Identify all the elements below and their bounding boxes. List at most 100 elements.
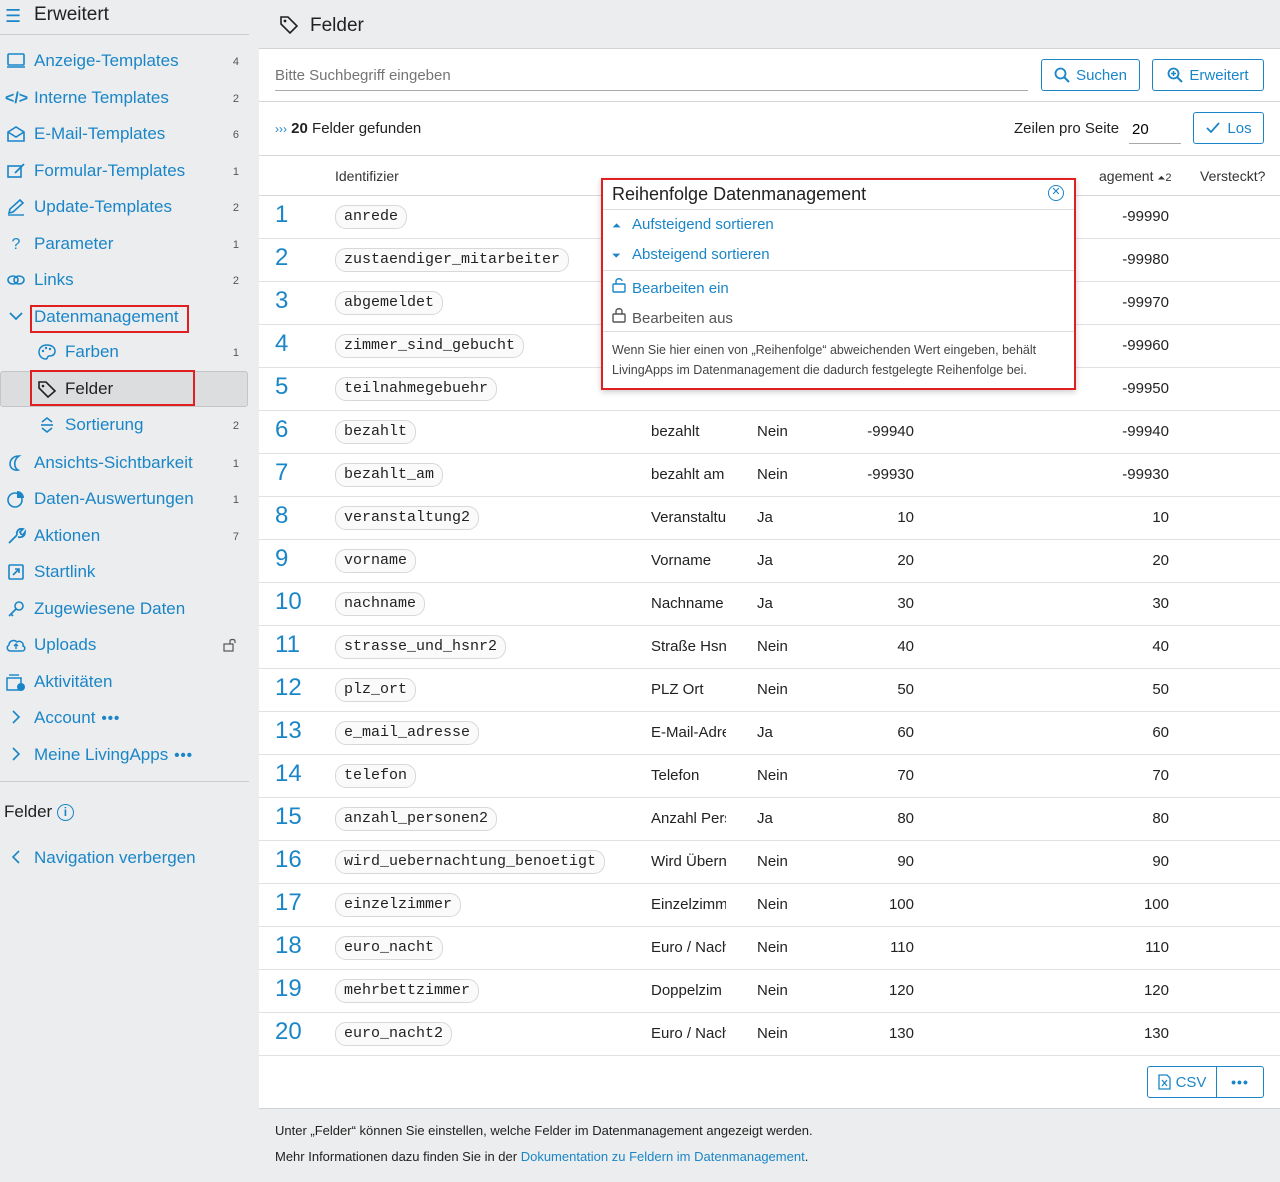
sidebar-item-links[interactable]: Links 2	[0, 266, 249, 296]
field-in-list: Ja	[757, 552, 773, 569]
highlight-felder	[30, 370, 195, 406]
table-row[interactable]: 14 telefon Telefon Nein 70 70	[259, 755, 1280, 798]
sidebar-item-meine-livingapps[interactable]: Meine LivingApps •••	[0, 741, 249, 771]
row-number[interactable]: 8	[275, 502, 288, 530]
row-number[interactable]: 9	[275, 545, 288, 573]
table-row[interactable]: 12 plz_ort PLZ Ort Nein 50 50	[259, 669, 1280, 712]
chevron-left-icon	[5, 849, 27, 869]
table-row[interactable]: 15 anzahl_personen2 Anzahl Pers Ja 80 80	[259, 798, 1280, 841]
sidebar-item-farben[interactable]: Farben 1	[0, 338, 249, 368]
row-number[interactable]: 16	[275, 846, 302, 874]
row-number[interactable]: 4	[275, 330, 288, 358]
sidebar-item-ansichts-sichtbarkeit[interactable]: Ansichts-Sichtbarkeit 1	[0, 449, 249, 479]
table-row[interactable]: 7 bezahlt_am bezahlt am Nein -99930 -99930	[259, 454, 1280, 497]
field-identifier: bezahlt_am	[335, 463, 444, 487]
table-row[interactable]: 11 strasse_und_hsnr2 Straße Hsn Nein 40 40	[259, 626, 1280, 669]
table-row[interactable]: 19 mehrbettzimmer Doppelzim Nein 120 120	[259, 970, 1280, 1013]
field-order: 20	[897, 552, 914, 569]
field-order-datamanagement: -99980	[1122, 251, 1169, 268]
sort-ascending-option[interactable]: ⏶ Aufsteigend sortieren	[612, 216, 774, 233]
page-footer: Unter „Felder“ können Sie einstellen, we…	[259, 1108, 1280, 1182]
sidebar-item-label: Uploads	[34, 635, 97, 654]
csv-export-button[interactable]: CSV	[1148, 1067, 1217, 1097]
row-number[interactable]: 3	[275, 287, 288, 315]
search-input[interactable]	[275, 61, 1028, 91]
field-identifier: teilnahmegebuehr	[335, 377, 498, 401]
row-number[interactable]: 14	[275, 760, 302, 788]
row-number[interactable]: 10	[275, 588, 302, 616]
sidebar-item-daten-auswertungen[interactable]: Daten-Auswertungen 1	[0, 485, 249, 515]
table-row[interactable]: 16 wird_uebernachtung_benoetigt Wird Übern…	[259, 841, 1280, 884]
advanced-search-button[interactable]: Erweitert	[1152, 59, 1264, 91]
field-name: Einzelzimm	[651, 896, 726, 913]
more-export-options-button[interactable]: •••	[1217, 1067, 1263, 1097]
table-row[interactable]: 20 euro_nacht2 Euro / Nach Nein 130 130	[259, 1013, 1280, 1056]
sidebar-item-sortierung[interactable]: Sortierung 2	[0, 411, 249, 441]
field-name: bezahlt	[651, 423, 700, 440]
field-order: 110	[890, 939, 914, 956]
go-button[interactable]: Los	[1193, 112, 1264, 144]
info-icon[interactable]: i	[56, 804, 74, 821]
row-number[interactable]: 18	[275, 932, 302, 960]
sidebar-item-interne-templates[interactable]: </> Interne Templates 2	[0, 84, 249, 114]
row-number[interactable]: 7	[275, 459, 288, 487]
row-number[interactable]: 20	[275, 1018, 302, 1046]
search-button[interactable]: Suchen	[1041, 59, 1140, 91]
row-number[interactable]: 1	[275, 201, 288, 229]
row-number[interactable]: 5	[275, 373, 288, 401]
close-icon[interactable]: ✕	[1048, 185, 1064, 201]
sidebar-item-zugewiesene-daten[interactable]: Zugewiesene Daten	[0, 595, 249, 625]
field-name: PLZ Ort	[651, 681, 704, 698]
sidebar-item-startlink[interactable]: Startlink	[0, 558, 249, 588]
chevron-right-icon	[5, 746, 27, 766]
edit-on-option[interactable]: Bearbeiten ein	[612, 277, 729, 297]
sidebar-item-aktivitaeten[interactable]: Aktivitäten	[0, 668, 249, 698]
sidebar-item-formular-templates[interactable]: Formular-Templates 1	[0, 157, 249, 187]
sort-descending-option[interactable]: ⏷ Absteigend sortieren	[612, 246, 770, 263]
sidebar-item-email-templates[interactable]: E-Mail-Templates 6	[0, 120, 249, 150]
sidebar-item-count: 2	[232, 93, 239, 105]
documentation-link[interactable]: Dokumentation zu Feldern im Datenmanagem…	[521, 1149, 805, 1164]
table-row[interactable]: 13 e_mail_adresse E-Mail-Adre Ja 60 60	[259, 712, 1280, 755]
edit-off-option[interactable]: Bearbeiten aus	[612, 307, 733, 327]
column-header-identifier[interactable]: Identifizier	[335, 168, 399, 184]
sidebar-item-label: Sortierung	[65, 415, 144, 434]
column-header-datenmanagement[interactable]: agement ⏶2	[1099, 168, 1172, 184]
rows-per-page-input[interactable]	[1129, 116, 1181, 144]
table-row[interactable]: 10 nachname Nachname Ja 30 30	[259, 583, 1280, 626]
field-identifier: bezahlt	[335, 420, 417, 444]
sidebar-item-parameter[interactable]: ? Parameter 1	[0, 230, 249, 260]
hide-navigation-link[interactable]: Navigation verbergen	[0, 844, 249, 874]
row-number[interactable]: 19	[275, 975, 302, 1003]
zoom-in-icon	[1168, 67, 1184, 83]
sidebar-item-label: Account	[34, 708, 96, 727]
hamburger-icon[interactable]: ☰	[5, 6, 21, 27]
field-in-list: Nein	[757, 896, 788, 913]
table-row[interactable]: 18 euro_nacht Euro / Nach Nein 110 110	[259, 927, 1280, 970]
rows-per-page-label: Zeilen pro Seite	[1014, 120, 1120, 137]
field-in-list: Nein	[757, 853, 788, 870]
table-row[interactable]: 8 veranstaltung2 Veranstaltu Ja 10 10	[259, 497, 1280, 540]
row-number[interactable]: 6	[275, 416, 288, 444]
row-number[interactable]: 15	[275, 803, 302, 831]
column-header-hidden[interactable]: Versteckt?	[1200, 168, 1265, 184]
table-row[interactable]: 17 einzelzimmer Einzelzimm Nein 100 100	[259, 884, 1280, 927]
field-identifier: nachname	[335, 592, 426, 616]
sidebar-item-account[interactable]: Account •••	[0, 704, 249, 734]
table-row[interactable]: 9 vorname Vorname Ja 20 20	[259, 540, 1280, 583]
row-number[interactable]: 17	[275, 889, 302, 917]
sidebar-item-update-templates[interactable]: Update-Templates 2	[0, 193, 249, 223]
question-icon: ?	[11, 236, 21, 253]
sidebar-item-anzeige-templates[interactable]: Anzeige-Templates 4	[0, 47, 249, 77]
row-number[interactable]: 13	[275, 717, 302, 745]
sidebar-header: ☰ Erweitert	[0, 0, 249, 35]
row-number[interactable]: 11	[275, 631, 300, 659]
sidebar-item-aktionen[interactable]: Aktionen 7	[0, 522, 249, 552]
table-row[interactable]: 6 bezahlt bezahlt Nein -99940 -99940	[259, 411, 1280, 454]
sidebar-item-uploads[interactable]: Uploads	[0, 631, 249, 661]
row-number[interactable]: 12	[275, 674, 302, 702]
more-icon[interactable]: •••	[174, 747, 193, 764]
row-number[interactable]: 2	[275, 244, 288, 272]
field-identifier: euro_nacht	[335, 936, 444, 960]
more-icon[interactable]: •••	[101, 710, 120, 727]
